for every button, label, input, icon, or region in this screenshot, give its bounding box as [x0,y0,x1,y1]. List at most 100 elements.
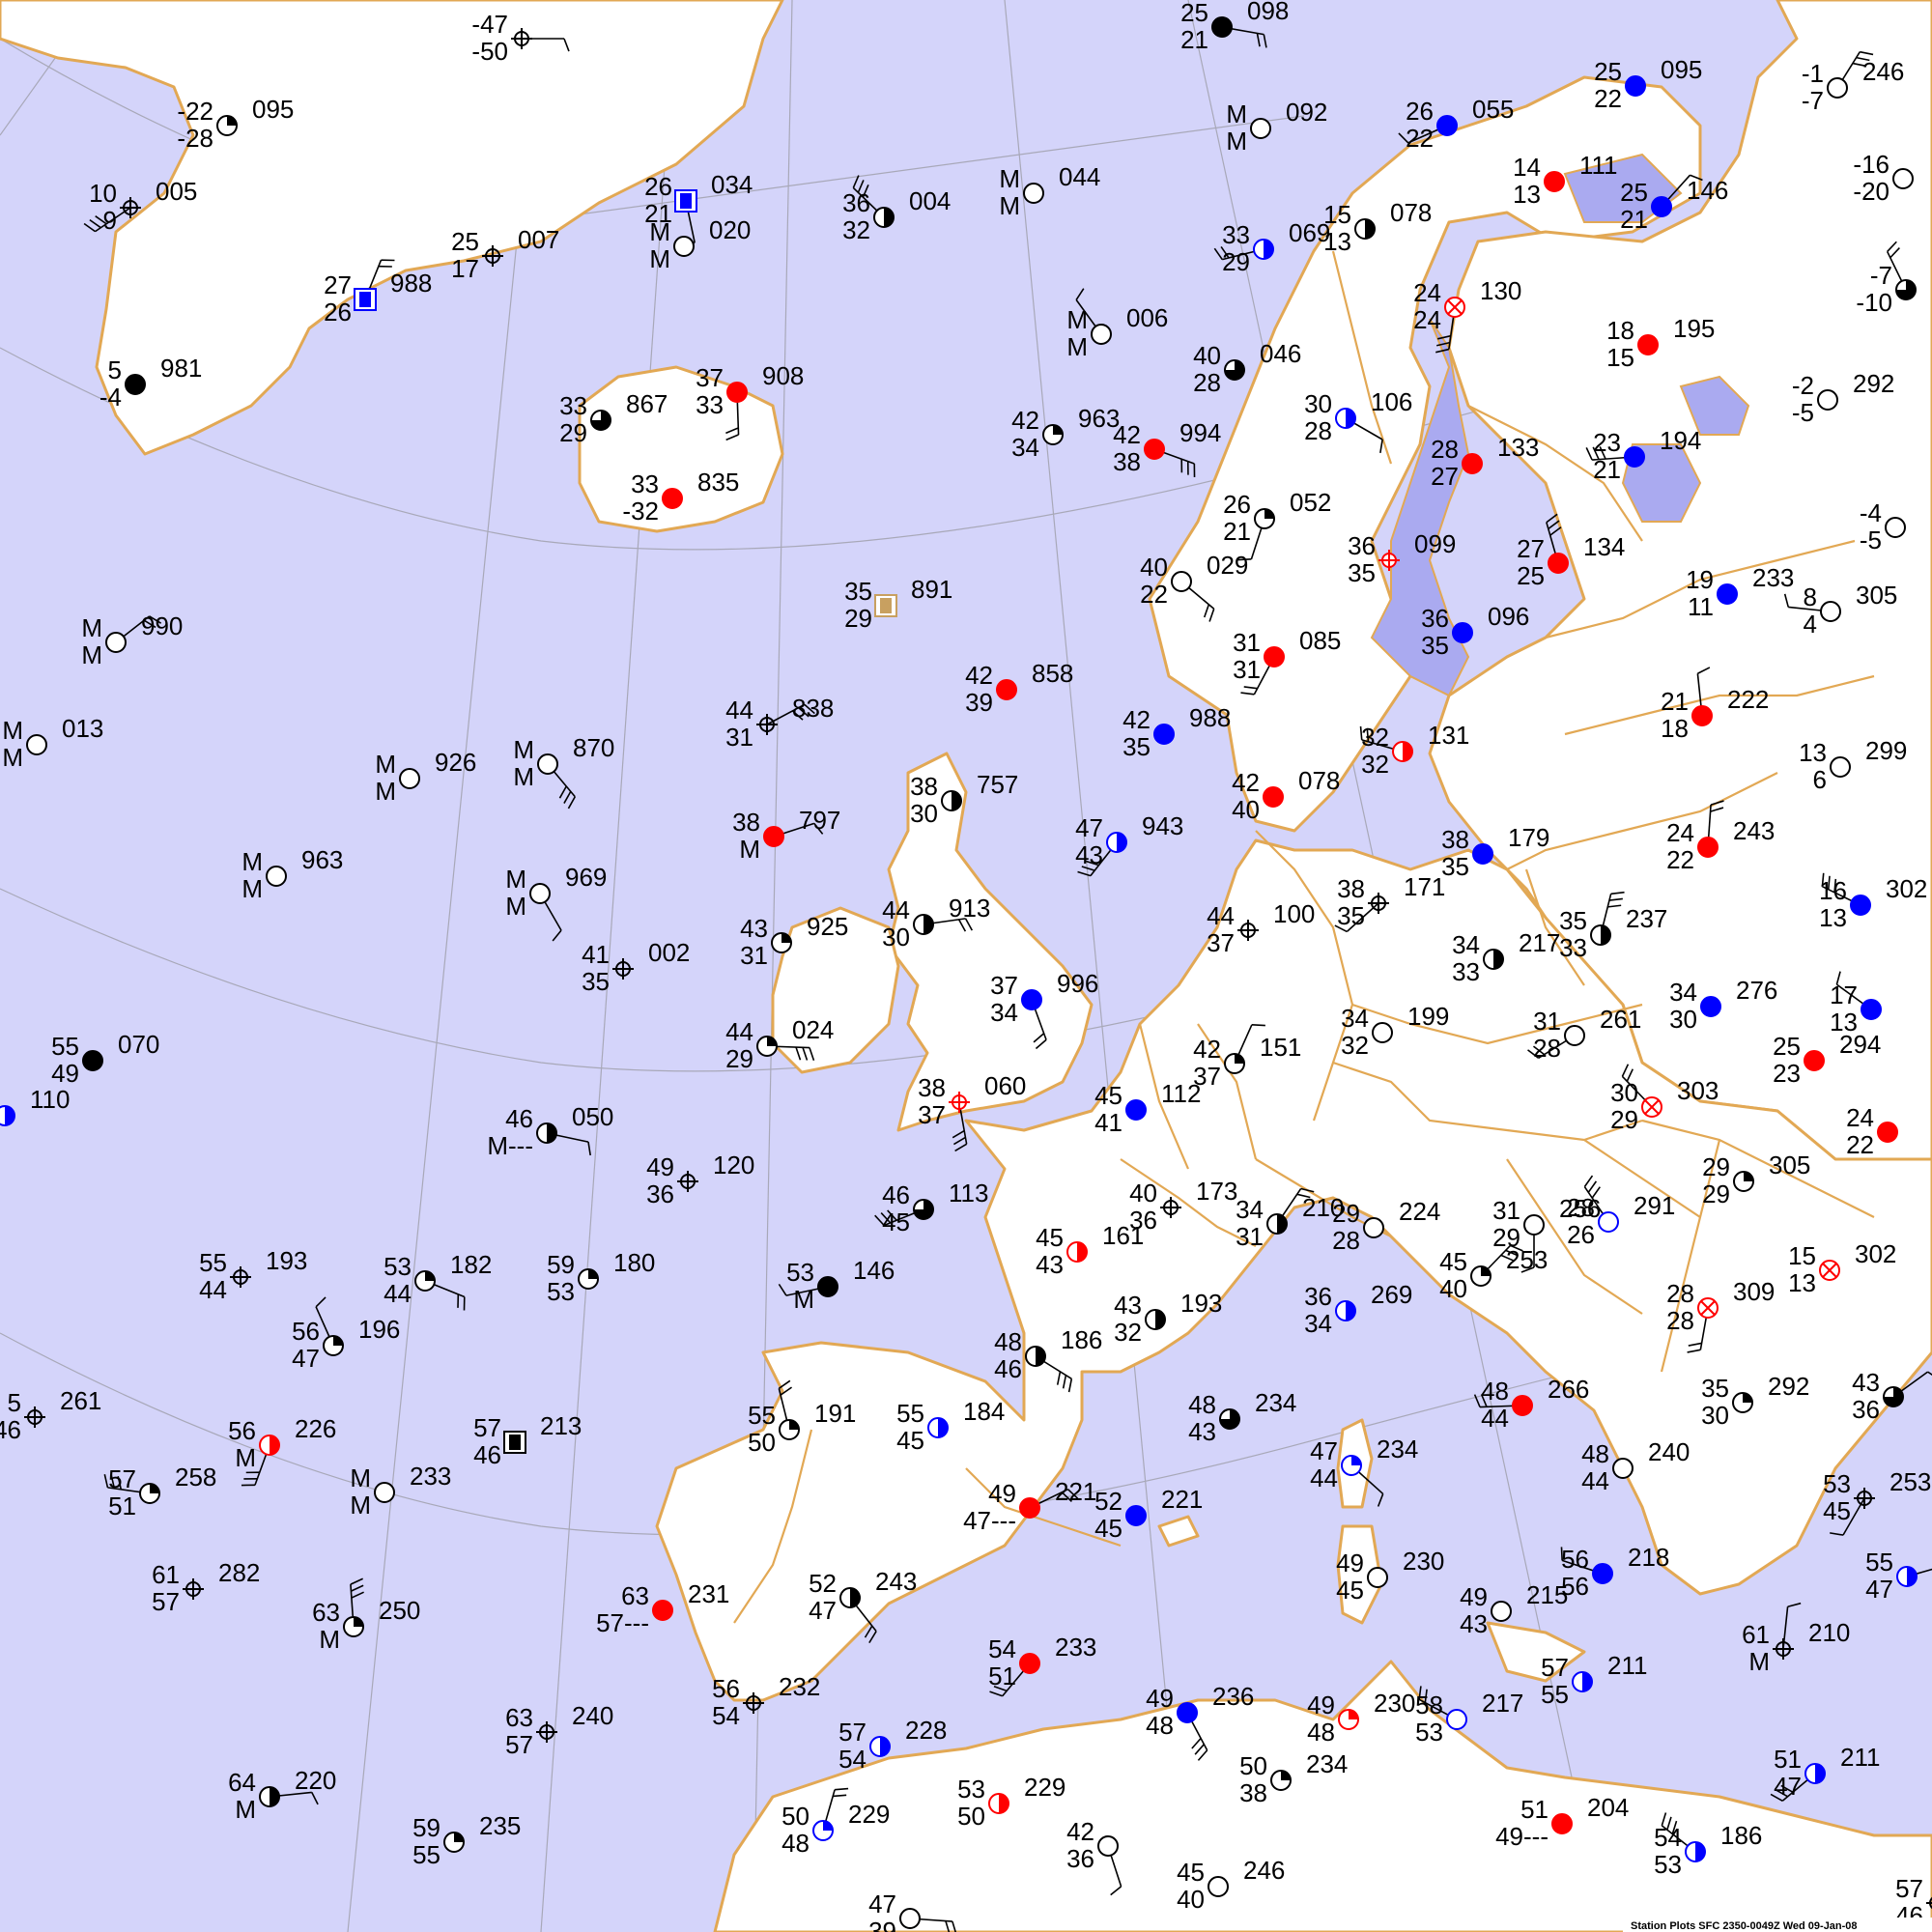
station-temperature: 26 [1406,97,1434,126]
station-pressure: 261 [60,1386,101,1415]
station-pressure: 050 [572,1102,613,1131]
obscured-sky-icon [680,193,692,209]
station-pressure: 069 [1289,218,1330,247]
station-temperature: 49 [646,1152,674,1181]
station-pressure: 234 [1377,1435,1418,1463]
station-pressure: 858 [1032,659,1073,688]
station-temperature: 45 [1094,1081,1122,1110]
station-pressure: 246 [1243,1856,1285,1885]
station-pressure: 130 [1480,276,1521,305]
station-dewpoint: M [1226,127,1247,156]
station-temperature: 52 [809,1569,837,1598]
station-dewpoint: 33 [696,390,724,419]
clear-sky-icon [1367,1567,1388,1588]
overcast-sky-icon [1717,583,1738,605]
station-dewpoint: 51 [988,1662,1016,1690]
station-dewpoint: 48 [781,1829,810,1858]
station-pressure: 013 [62,714,103,743]
station-dewpoint: 50 [748,1428,776,1457]
station-pressure: 005 [156,177,197,206]
station-temperature: 51 [1520,1795,1548,1824]
station-pressure: 055 [1472,95,1514,124]
station-temperature: 36 [842,188,870,217]
station-temperature: -2 [1792,371,1814,400]
overcast-sky-icon [817,1276,838,1297]
overcast-sky-icon [1625,75,1646,97]
station-pressure: 233 [1752,563,1794,592]
station-temperature: 53 [957,1775,985,1804]
station-pressure: 095 [252,95,294,124]
station-pressure: 229 [848,1800,890,1829]
overcast-sky-icon [1125,1505,1147,1526]
station-dewpoint: 37 [1207,928,1235,957]
station-pressure: 210 [1808,1618,1850,1647]
station-pressure: 891 [911,575,952,604]
station-pressure: 276 [1736,976,1777,1005]
station-temperature: 14 [1513,153,1541,182]
station-dewpoint: M [739,835,760,864]
station-temperature: 8 [1804,582,1817,611]
station-temperature: 25 [1773,1032,1801,1061]
wind-barb-icon [1251,1024,1265,1027]
station-temperature: 38 [910,772,938,801]
station-dewpoint: 31 [725,723,753,752]
station-pressure: 228 [905,1716,947,1745]
station-dewpoint: 30 [882,923,910,952]
station-temperature: 25 [451,227,479,256]
station-temperature: 33 [559,391,587,420]
station-pressure: 233 [410,1462,451,1491]
station-temperature: 59 [547,1250,575,1279]
station-temperature: 27 [1517,534,1545,563]
station-dewpoint: 36 [1852,1395,1880,1424]
station-pressure: 186 [1720,1821,1762,1850]
station-dewpoint: 31 [740,941,768,970]
station-temperature: M [513,735,534,764]
station-pressure: 224 [1399,1197,1440,1226]
station-dewpoint: 31 [1236,1222,1264,1251]
station-temperature: 43 [740,914,768,943]
station-pressure: 215 [1526,1580,1568,1609]
station-dewpoint: -5 [1792,398,1814,427]
station-dewpoint: M [81,640,102,669]
station-dewpoint: 57 [505,1730,533,1759]
station-dewpoint: 24 [1413,305,1441,334]
station-dewpoint: 40 [1439,1274,1467,1303]
station-pressure: 299 [1865,736,1907,765]
station-pressure: 305 [1856,581,1897,610]
station-dewpoint: -4 [99,383,122,412]
station-dewpoint: 49--- [1495,1822,1548,1851]
station-dewpoint: M [2,743,23,772]
clear-sky-icon [673,236,695,257]
station-pressure: 078 [1390,198,1432,227]
station-dewpoint: 38 [1239,1778,1267,1807]
station-pressure: 173 [1196,1177,1237,1206]
station-temperature: 10 [89,179,117,208]
station-pressure: 234 [1255,1388,1296,1417]
station-temperature: 56 [1561,1545,1589,1574]
station-pressure: 024 [792,1015,834,1044]
station-dewpoint: 43 [1075,840,1103,869]
clear-sky-icon [899,1908,921,1929]
station-dewpoint: 57 [152,1587,180,1616]
station-temperature: 34 [1669,978,1697,1007]
station-temperature: 42 [1011,406,1039,435]
station-dewpoint: 35 [1122,732,1151,761]
station-dewpoint: 32 [1341,1031,1369,1060]
station-temperature: -47 [471,10,508,39]
station-pressure: 913 [949,894,990,923]
station-dewpoint: 45 [896,1426,924,1455]
station-temperature: 43 [1852,1368,1880,1397]
station-dewpoint: M [505,892,526,921]
overcast-sky-icon [1263,786,1284,808]
station-temperature: 43 [1114,1291,1142,1320]
clear-sky-icon [1820,601,1841,622]
station-dewpoint: -28 [177,124,213,153]
station-dewpoint: 30 [910,799,938,828]
station-temperature: M [1066,305,1088,334]
station-pressure: 292 [1768,1372,1809,1401]
station-temperature: 45 [1036,1223,1064,1252]
clear-sky-icon [1892,168,1914,189]
station-temperature: 51 [1774,1745,1802,1774]
station-temperature: -16 [1853,150,1889,179]
station-pressure: 963 [301,845,343,874]
